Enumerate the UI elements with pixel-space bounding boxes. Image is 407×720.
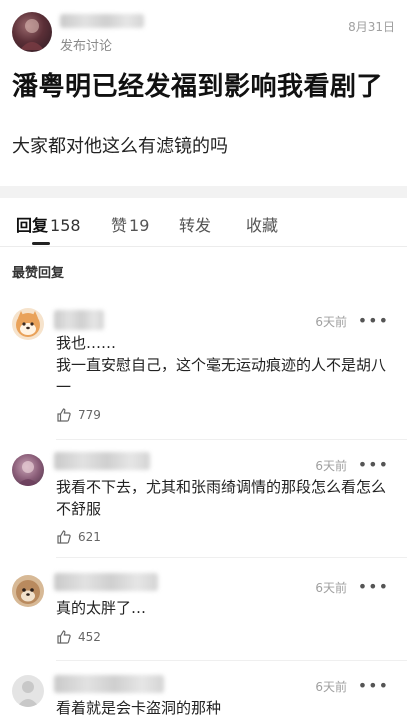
post-body: 大家都对他这么有滤镜的吗 bbox=[12, 136, 228, 157]
commenter-name-blurred[interactable] bbox=[54, 573, 158, 591]
tab-bar: 回复 158 赞 19 转发 收藏 bbox=[0, 198, 407, 246]
active-tab-indicator bbox=[32, 242, 50, 245]
commenter-avatar[interactable] bbox=[12, 575, 44, 607]
comment-time: 6天前 bbox=[315, 680, 347, 694]
tab-bar-border bbox=[0, 246, 407, 247]
tab-likes-count: 19 bbox=[129, 216, 150, 235]
like-count: 779 bbox=[78, 408, 101, 422]
commenter-name-blurred[interactable] bbox=[54, 310, 104, 330]
tab-replies[interactable]: 回复 158 bbox=[16, 212, 81, 236]
comment-text: 我也…… 我一直安慰自己，这个毫无运动痕迹的人不是胡八一 bbox=[56, 334, 387, 396]
default-avatar-image bbox=[17, 681, 39, 707]
tab-favorites[interactable]: 收藏 bbox=[246, 212, 278, 236]
post-category: 发布讨论 bbox=[60, 39, 113, 54]
comment-time: 6天前 bbox=[315, 459, 347, 473]
section-label-top-replies: 最赞回复 bbox=[12, 266, 65, 281]
more-dots-icon[interactable]: ••• bbox=[358, 313, 389, 329]
tab-reposts[interactable]: 转发 bbox=[179, 212, 211, 236]
tab-favorites-label: 收藏 bbox=[246, 216, 279, 235]
tab-replies-count: 158 bbox=[50, 216, 81, 235]
comment-separator bbox=[56, 557, 407, 558]
tab-replies-label: 回复 bbox=[16, 216, 49, 235]
commenter-name-blurred[interactable] bbox=[54, 452, 150, 470]
comment-item: 6天前 ••• 看着就是会卡盗洞的那种 bbox=[0, 661, 407, 720]
comment-text: 真的太胖了… bbox=[56, 599, 147, 617]
commenter-avatar[interactable] bbox=[12, 308, 44, 340]
more-dots-icon[interactable]: ••• bbox=[358, 678, 389, 694]
avatar-image bbox=[20, 19, 44, 50]
comment-item: 6天前 ••• 我也…… 我一直安慰自己，这个毫无运动痕迹的人不是胡八一 779 bbox=[0, 300, 407, 440]
like-count: 452 bbox=[78, 630, 101, 644]
like-button[interactable]: 779 bbox=[56, 407, 101, 423]
commenter-avatar[interactable] bbox=[12, 675, 44, 707]
commenter-avatar[interactable] bbox=[12, 454, 44, 486]
post-title: 潘粤明已经发福到影响我看剧了 bbox=[12, 72, 384, 102]
section-divider bbox=[0, 186, 407, 198]
tab-likes-label: 赞 bbox=[111, 216, 128, 235]
dog-avatar-image bbox=[16, 580, 40, 604]
commenter-name-blurred[interactable] bbox=[54, 675, 164, 693]
comment-text: 我看不下去，尤其和张雨绮调情的那段怎么看怎么不舒服 bbox=[56, 478, 387, 518]
more-dots-icon[interactable]: ••• bbox=[358, 579, 389, 595]
tab-reposts-label: 转发 bbox=[179, 216, 212, 235]
thumbs-up-icon bbox=[57, 408, 71, 422]
post-header: 发布讨论 8月31日 bbox=[0, 0, 407, 62]
comment-time: 6天前 bbox=[315, 581, 347, 595]
like-button[interactable]: 452 bbox=[56, 629, 101, 645]
thumbs-up-icon bbox=[57, 530, 71, 544]
tab-likes[interactable]: 赞 19 bbox=[111, 212, 149, 236]
like-count: 621 bbox=[78, 530, 101, 544]
comment-item: 6天前 ••• 我看不下去，尤其和张雨绮调情的那段怎么看怎么不舒服 621 bbox=[0, 440, 407, 558]
thumbs-up-icon bbox=[57, 630, 71, 644]
more-dots-icon[interactable]: ••• bbox=[358, 457, 389, 473]
author-avatar[interactable] bbox=[12, 12, 52, 52]
avatar-image bbox=[17, 461, 39, 486]
post-date: 8月31日 bbox=[348, 20, 395, 34]
comment-text: 看着就是会卡盗洞的那种 bbox=[56, 699, 222, 717]
like-button[interactable]: 621 bbox=[56, 529, 101, 545]
shiba-avatar-image bbox=[16, 311, 40, 337]
comment-time: 6天前 bbox=[315, 315, 347, 329]
author-name-blurred[interactable] bbox=[60, 14, 144, 28]
comment-item: 6天前 ••• 真的太胖了… 452 bbox=[0, 563, 407, 661]
